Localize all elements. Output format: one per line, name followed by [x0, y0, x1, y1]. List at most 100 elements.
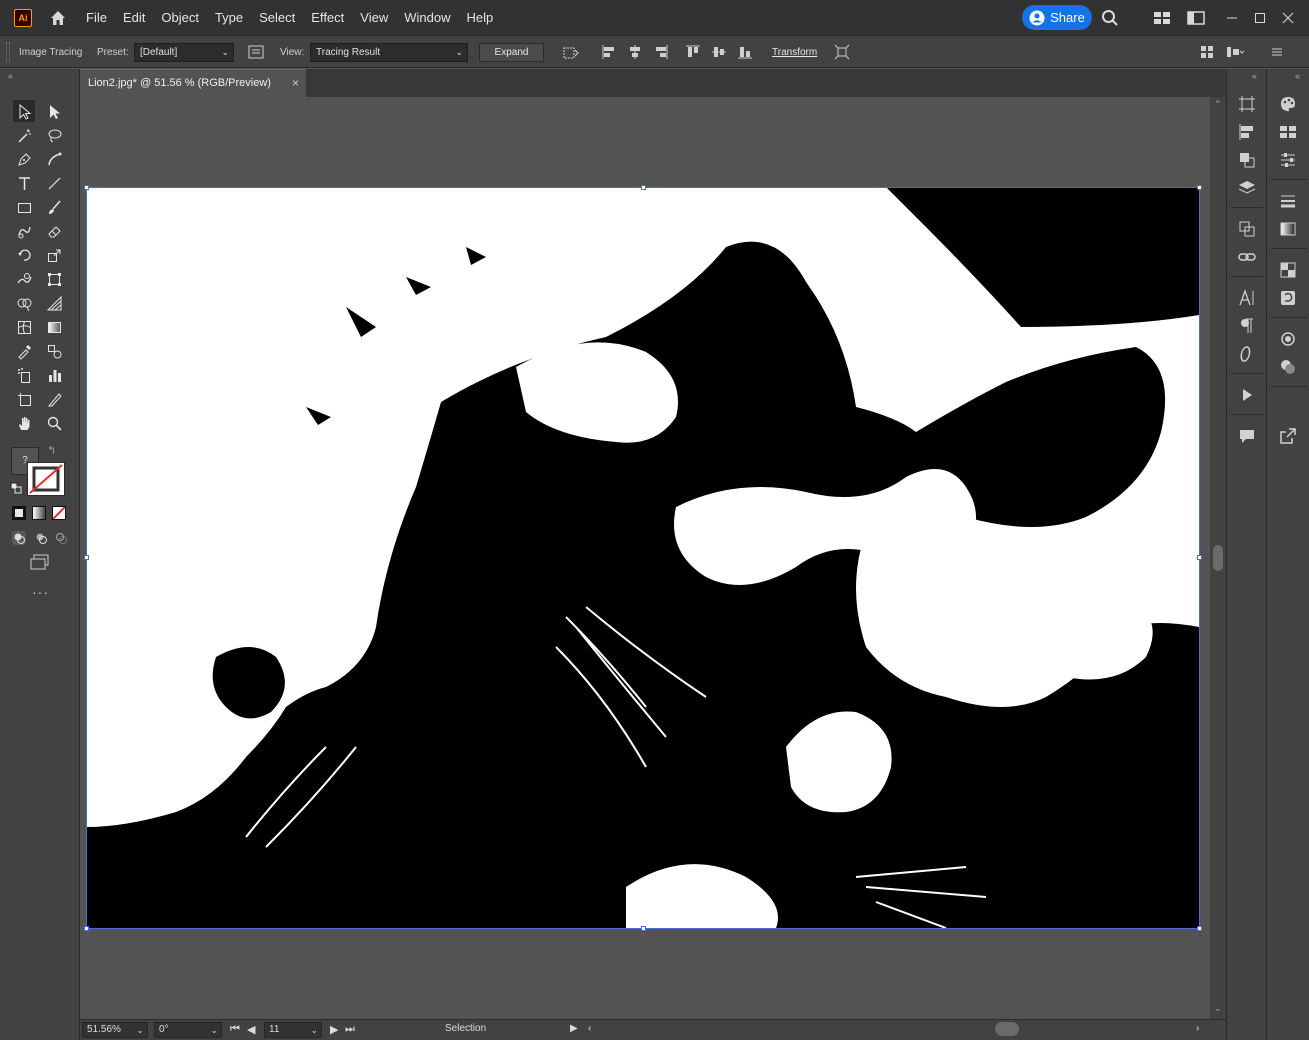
paintbrush-tool-icon[interactable]: [43, 196, 65, 218]
shape-builder-tool-icon[interactable]: [13, 292, 35, 314]
warp-tool-icon[interactable]: [13, 268, 35, 290]
image-trace-panel-icon[interactable]: [1277, 287, 1299, 309]
draw-normal-icon[interactable]: [11, 530, 27, 546]
artboards-panel-icon[interactable]: [1236, 93, 1258, 115]
direct-selection-tool-icon[interactable]: [43, 100, 65, 122]
menu-view[interactable]: View: [352, 0, 396, 35]
collapse-panel-icon[interactable]: «: [1252, 71, 1257, 81]
transform-link[interactable]: Transform: [772, 47, 817, 58]
menu-help[interactable]: Help: [458, 0, 501, 35]
menu-select[interactable]: Select: [251, 0, 303, 35]
transform-panel-icon[interactable]: [1236, 218, 1258, 240]
zoom-tool-icon[interactable]: [43, 412, 65, 434]
workspace-icon[interactable]: [1186, 8, 1206, 28]
home-icon[interactable]: [48, 8, 68, 28]
document-tab[interactable]: Lion2.jpg* @ 51.56 % (RGB/Preview) ×: [80, 69, 306, 97]
color-panel-icon[interactable]: [1277, 93, 1299, 115]
view-select[interactable]: Tracing Result ⌄: [310, 43, 468, 62]
panel-options-icon[interactable]: [1226, 43, 1244, 61]
search-icon[interactable]: [1100, 8, 1120, 28]
vertical-scroll-thumb[interactable]: [1213, 545, 1223, 571]
preset-select[interactable]: [Default] ⌄: [134, 43, 234, 62]
isolate-object-icon[interactable]: [833, 43, 851, 61]
next-artboard-icon[interactable]: ▶: [330, 1023, 338, 1036]
menu-object[interactable]: Object: [153, 0, 207, 35]
screen-mode-icon[interactable]: [29, 554, 51, 572]
type-tool-icon[interactable]: [13, 172, 35, 194]
none-mode-icon[interactable]: [52, 506, 66, 520]
close-window-icon[interactable]: [1278, 8, 1298, 28]
default-fill-stroke-icon[interactable]: [10, 482, 22, 494]
shaper-tool-icon[interactable]: [13, 220, 35, 242]
scroll-down-icon[interactable]: ⌄: [1214, 1003, 1222, 1014]
color-mode-icon[interactable]: [12, 506, 26, 520]
artboard-tool-icon[interactable]: [13, 388, 35, 410]
paragraph-panel-icon[interactable]: [1236, 315, 1258, 337]
menu-effect[interactable]: Effect: [303, 0, 352, 35]
character-panel-icon[interactable]: [1236, 287, 1258, 309]
hand-tool-icon[interactable]: [13, 412, 35, 434]
curvature-tool-icon[interactable]: [43, 148, 65, 170]
properties-panel-icon[interactable]: [1277, 149, 1299, 171]
scale-tool-icon[interactable]: [43, 244, 65, 266]
minimize-icon[interactable]: [1222, 8, 1242, 28]
scroll-right-icon[interactable]: ›: [1196, 1023, 1199, 1034]
zoom-field[interactable]: 51.56% ⌄: [82, 1022, 148, 1038]
perspective-grid-tool-icon[interactable]: [43, 292, 65, 314]
tracing-panel-icon[interactable]: [247, 43, 265, 61]
menu-file[interactable]: File: [78, 0, 115, 35]
horizontal-scroll-thumb[interactable]: [995, 1022, 1019, 1036]
vertical-scrollbar[interactable]: ⌃ ⌄: [1210, 97, 1226, 1019]
rotate-tool-icon[interactable]: [13, 244, 35, 266]
menu-type[interactable]: Type: [207, 0, 251, 35]
selection-tool-icon[interactable]: [13, 100, 35, 122]
align-right-icon[interactable]: [652, 43, 670, 61]
column-graph-tool-icon[interactable]: [43, 364, 65, 386]
menu-window[interactable]: Window: [396, 0, 458, 35]
share-button[interactable]: Share: [1022, 5, 1092, 30]
pathfinder-panel-icon[interactable]: [1236, 149, 1258, 171]
status-menu-icon[interactable]: ▶: [570, 1023, 578, 1034]
first-artboard-icon[interactable]: ⏮: [230, 1023, 240, 1036]
symbol-sprayer-tool-icon[interactable]: [13, 364, 35, 386]
slice-tool-icon[interactable]: [43, 388, 65, 410]
comments-panel-icon[interactable]: [1236, 425, 1258, 447]
scroll-left-icon[interactable]: ‹: [588, 1023, 591, 1034]
rotation-field[interactable]: 0° ⌄: [154, 1022, 222, 1038]
expand-button[interactable]: Expand: [479, 43, 544, 62]
stroke-swatch[interactable]: [27, 462, 65, 496]
eyedropper-tool-icon[interactable]: [13, 340, 35, 362]
grip-handle[interactable]: [6, 42, 10, 62]
swap-fill-stroke-icon[interactable]: ↰: [47, 444, 56, 457]
links-panel-icon[interactable]: [1236, 246, 1258, 268]
align-bottom-icon[interactable]: [736, 43, 754, 61]
close-tab-icon[interactable]: ×: [292, 70, 299, 97]
lasso-tool-icon[interactable]: [43, 124, 65, 146]
free-transform-tool-icon[interactable]: [43, 268, 65, 290]
appearance-panel-icon[interactable]: [1277, 328, 1299, 350]
align-top-icon[interactable]: [684, 43, 702, 61]
previous-artboard-icon[interactable]: ◀: [247, 1023, 255, 1036]
align-panel-icon[interactable]: [1236, 121, 1258, 143]
layers-panel-icon[interactable]: [1236, 177, 1258, 199]
last-artboard-icon[interactable]: ⏭: [345, 1023, 355, 1036]
pen-tool-icon[interactable]: [13, 148, 35, 170]
arrange-documents-icon[interactable]: [1152, 8, 1172, 28]
maximize-icon[interactable]: [1250, 8, 1270, 28]
align-horizontal-center-icon[interactable]: [626, 43, 644, 61]
collapse-panel-icon[interactable]: «: [8, 71, 13, 81]
scroll-up-icon[interactable]: ⌃: [1214, 99, 1222, 110]
draw-behind-icon[interactable]: [33, 530, 49, 546]
gradient-panel-icon[interactable]: [1277, 218, 1299, 240]
export-panel-icon[interactable]: [1277, 425, 1299, 447]
artboard-number-field[interactable]: 11 ⌄: [264, 1022, 322, 1038]
rectangle-tool-icon[interactable]: [13, 196, 35, 218]
swatches-panel-icon[interactable]: [1277, 121, 1299, 143]
artboard[interactable]: [86, 187, 1199, 928]
draw-inside-icon[interactable]: [53, 530, 69, 546]
align-to-selection-icon[interactable]: [562, 43, 580, 61]
opentype-panel-icon[interactable]: [1236, 343, 1258, 365]
graphic-styles-panel-icon[interactable]: [1277, 356, 1299, 378]
canvas[interactable]: [80, 97, 1210, 1019]
mesh-tool-icon[interactable]: [13, 316, 35, 338]
